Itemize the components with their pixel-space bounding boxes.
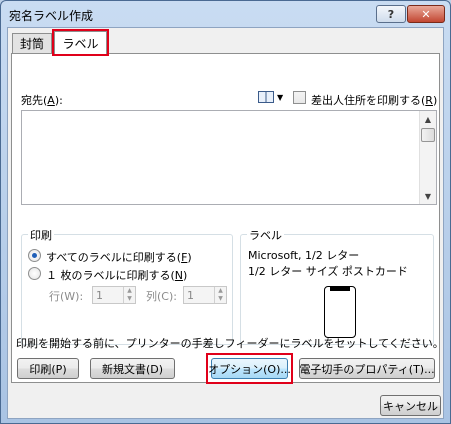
radio-single-label-label: １ 枚のラベルに印刷する(N)	[46, 269, 188, 282]
help-icon: ?	[387, 7, 395, 21]
scroll-down-icon[interactable]: ▼	[420, 188, 436, 204]
address-label: 宛先(A):	[21, 94, 63, 107]
tab-envelope[interactable]: 封筒	[12, 33, 52, 53]
chevron-down-icon: ▼	[277, 92, 284, 102]
radio-all-labels[interactable]	[28, 249, 41, 262]
address-scrollbar[interactable]: ▲ ▼	[419, 111, 436, 204]
label-vendor-text: Microsoft, 1/2 レター	[248, 249, 360, 262]
row-spinner[interactable]: 1 ▲ ▼	[92, 286, 136, 304]
print-button[interactable]: 印刷(P)	[17, 358, 79, 379]
close-icon: ✕	[421, 7, 431, 21]
label-group-title: ラベル	[247, 227, 284, 243]
e-postage-button-label: 電子切手のプロパティ(T)...	[299, 362, 435, 376]
window-title: 宛名ラベル作成	[9, 9, 94, 23]
scroll-up-icon[interactable]: ▲	[420, 111, 436, 127]
spin-arrows-icon[interactable]: ▲ ▼	[214, 287, 226, 303]
dialog-window: 宛名ラベル作成 ? ✕ 封筒 ラベル 宛先(A): ▼ 差出人住所を印刷する(R…	[0, 0, 451, 424]
print-button-label: 印刷(P)	[29, 362, 67, 376]
print-group-title: 印刷	[28, 227, 54, 243]
address-book-button[interactable]: ▼	[258, 91, 283, 103]
label-tab-panel: 宛先(A): ▼ 差出人住所を印刷する(R) ▲ ▼ 印刷 すべてのラベルに印刷…	[11, 53, 440, 383]
cancel-button[interactable]: キャンセル	[380, 395, 441, 416]
e-postage-properties-button[interactable]: 電子切手のプロパティ(T)...	[299, 358, 435, 379]
dialog-body: 封筒 ラベル 宛先(A): ▼ 差出人住所を印刷する(R) ▲ ▼ 印刷 すべて…	[7, 27, 444, 419]
options-highlight-frame	[206, 353, 293, 384]
address-book-icon	[258, 91, 274, 103]
title-bar[interactable]: 宛名ラベル作成 ? ✕	[1, 1, 450, 27]
help-button[interactable]: ?	[376, 5, 406, 23]
column-value: 1	[187, 289, 194, 302]
column-spinner[interactable]: 1 ▲ ▼	[183, 286, 227, 304]
tab-envelope-label: 封筒	[19, 37, 44, 51]
row-label: 行(W):	[49, 290, 84, 303]
print-sender-checkbox[interactable]	[293, 91, 306, 104]
label-preview-image	[324, 286, 356, 338]
print-sender-label: 差出人住所を印刷する(R)	[311, 94, 438, 107]
print-group: 印刷 すべてのラベルに印刷する(F) １ 枚のラベルに印刷する(N) 行(W):…	[21, 227, 233, 345]
radio-all-labels-label: すべてのラベルに印刷する(F)	[46, 251, 192, 264]
scroll-thumb[interactable]	[421, 128, 435, 142]
instruction-text: 印刷を開始する前に、プリンターの手差しフィーダーにラベルをセットしてください。	[16, 337, 444, 350]
column-label: 列(C):	[146, 290, 177, 303]
spin-arrows-icon[interactable]: ▲ ▼	[123, 287, 135, 303]
cancel-button-label: キャンセル	[383, 399, 438, 413]
new-document-button[interactable]: 新規文書(D)	[90, 358, 175, 379]
tab-highlight-frame	[52, 29, 109, 56]
row-value: 1	[96, 289, 103, 302]
label-product-text: 1/2 レター サイズ ポストカード	[248, 265, 408, 278]
close-button[interactable]: ✕	[407, 5, 445, 23]
address-textarea[interactable]: ▲ ▼	[21, 110, 437, 205]
radio-single-label[interactable]	[28, 267, 41, 280]
new-document-button-label: 新規文書(D)	[101, 362, 164, 376]
